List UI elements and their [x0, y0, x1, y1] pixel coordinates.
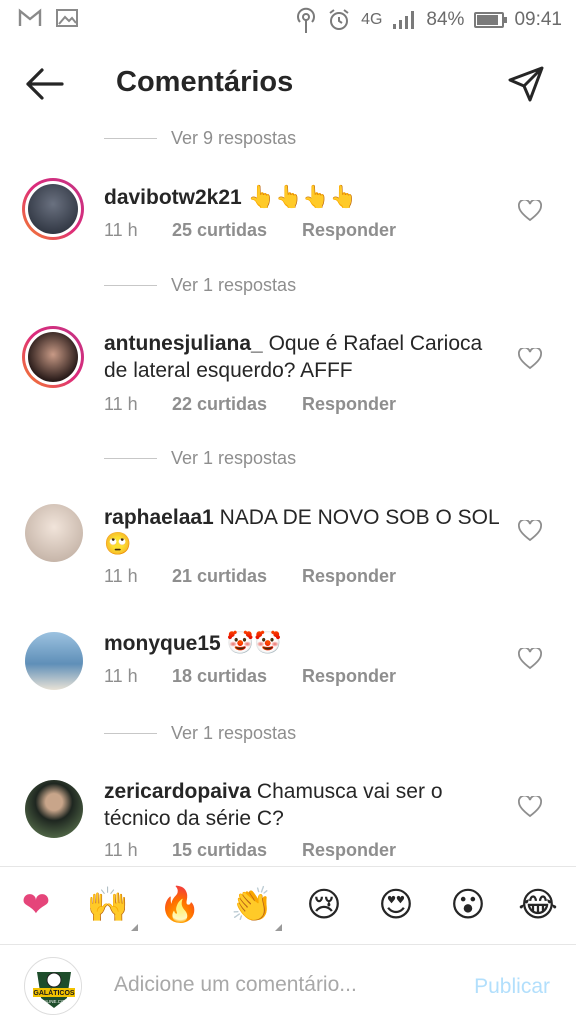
- replies-divider: [104, 733, 157, 734]
- comment-emoji: 🙄: [104, 532, 132, 557]
- comment-meta: 11 h 15 curtidas Responder: [104, 840, 396, 861]
- comment-meta: 11 h 25 curtidas Responder: [104, 220, 396, 241]
- comment-likes[interactable]: 15 curtidas: [172, 840, 302, 861]
- avatar-photo: [25, 632, 83, 690]
- clapping-emoji-button[interactable]: 👏: [230, 883, 282, 931]
- comment-text: raphaelaa1 NADA DE NOVO SOB O SOL 🙄: [104, 504, 504, 558]
- view-replies-link[interactable]: Ver 1 respostas: [104, 275, 296, 296]
- avatar-photo: [25, 504, 83, 562]
- fire-emoji-button[interactable]: 🔥: [158, 883, 202, 927]
- alarm-icon: [329, 9, 349, 30]
- avatar-photo: [28, 184, 78, 234]
- reply-button[interactable]: Responder: [302, 666, 396, 687]
- view-replies-link[interactable]: Ver 1 respostas: [104, 448, 296, 469]
- comment-username[interactable]: antunesjuliana_: [104, 332, 263, 355]
- surprised-emoji-button[interactable]: 😮: [446, 883, 490, 927]
- logo-text: GALÁTICOS: [33, 988, 75, 997]
- heart-icon[interactable]: [518, 796, 542, 818]
- status-bar: 4G 84% 09:41: [0, 0, 576, 40]
- comment-message: NADA DE NOVO SOB O SOL: [219, 506, 499, 529]
- heart-eyes-emoji-button[interactable]: 😍: [374, 883, 418, 927]
- replies-divider: [104, 285, 157, 286]
- hotspot-icon: [297, 7, 316, 33]
- view-replies-label: Ver 9 respostas: [171, 128, 297, 148]
- comment-input[interactable]: [114, 967, 444, 1003]
- comment-meta: 11 h 22 curtidas Responder: [104, 394, 396, 415]
- publish-button[interactable]: Publicar: [474, 975, 550, 999]
- comment-meta: 11 h 21 curtidas Responder: [104, 566, 396, 587]
- comment-emoji: 🤡🤡: [226, 631, 282, 656]
- view-replies-link[interactable]: Ver 9 respostas: [104, 128, 296, 149]
- comment-likes[interactable]: 21 curtidas: [172, 566, 302, 587]
- network-type: 4G: [361, 11, 383, 28]
- clock: 09:41: [514, 9, 562, 30]
- reply-button[interactable]: Responder: [302, 840, 396, 861]
- arrow-left-icon[interactable]: [22, 64, 66, 104]
- avatar-photo: [28, 332, 78, 382]
- comment-username[interactable]: zericardopaiva: [104, 780, 251, 803]
- view-replies-label: Ver 1 respostas: [171, 723, 297, 743]
- page-title: Comentários: [116, 66, 294, 98]
- view-replies-label: Ver 1 respostas: [171, 275, 297, 295]
- heart-icon[interactable]: [518, 200, 542, 222]
- raising-hands-emoji-button[interactable]: 🙌: [86, 883, 138, 931]
- heart-icon[interactable]: [518, 520, 542, 542]
- reply-button[interactable]: Responder: [302, 220, 396, 241]
- battery-fill: [477, 15, 498, 25]
- comment-time: 11 h: [104, 666, 138, 686]
- replies-divider: [104, 138, 157, 139]
- comment-username[interactable]: davibotw2k21: [104, 186, 242, 209]
- battery-icon: [474, 12, 508, 28]
- comment-time: 11 h: [104, 840, 138, 860]
- avatar[interactable]: [25, 780, 83, 838]
- comment-likes[interactable]: 25 curtidas: [172, 220, 302, 241]
- reply-button[interactable]: Responder: [302, 394, 396, 415]
- galaticos-logo-icon: GALÁTICOS ONLINE.COM: [27, 960, 81, 1014]
- avatar[interactable]: [22, 178, 84, 240]
- comments-list[interactable]: Ver 9 respostas davibotw2k21 👆👆👆👆 11 h 2…: [0, 116, 576, 866]
- avatar[interactable]: [25, 632, 83, 690]
- comment-time: 11 h: [104, 566, 138, 586]
- comment-likes[interactable]: 22 curtidas: [172, 394, 302, 415]
- comment-username[interactable]: raphaelaa1: [104, 506, 214, 529]
- header: Comentários: [0, 50, 576, 116]
- view-replies-label: Ver 1 respostas: [171, 448, 297, 468]
- logo-subtext: ONLINE.COM: [40, 999, 69, 1004]
- avatar[interactable]: [25, 504, 83, 562]
- comment-emoji: 👆👆👆👆: [247, 185, 358, 210]
- heart-icon[interactable]: [518, 348, 542, 370]
- system-status: 4G 84% 09:41: [295, 6, 562, 34]
- comment-meta: 11 h 18 curtidas Responder: [104, 666, 396, 687]
- comment-text: zericardopaiva Chamusca vai ser o técnic…: [104, 778, 504, 832]
- avatar-photo: [25, 780, 83, 838]
- comment-text: davibotw2k21 👆👆👆👆: [104, 184, 504, 211]
- comment-time: 11 h: [104, 220, 138, 240]
- comment-text: monyque15 🤡🤡: [104, 630, 504, 657]
- image-icon: [56, 9, 78, 27]
- laughing-emoji-button[interactable]: 😂: [516, 883, 560, 927]
- comment-text: antunesjuliana_ Oque é Rafael Carioca de…: [104, 330, 504, 384]
- gmail-icon: [18, 8, 42, 26]
- user-avatar[interactable]: GALÁTICOS ONLINE.COM: [24, 957, 82, 1015]
- replies-divider: [104, 458, 157, 459]
- comment-time: 11 h: [104, 394, 138, 414]
- battery-percent: 84%: [426, 9, 465, 30]
- paper-plane-icon[interactable]: [506, 64, 546, 104]
- comment-likes[interactable]: 18 curtidas: [172, 666, 302, 687]
- heart-icon[interactable]: [518, 648, 542, 670]
- avatar[interactable]: [22, 326, 84, 388]
- crying-emoji-button[interactable]: 😢: [302, 883, 346, 927]
- emoji-quick-bar: ❤ 🙌 🔥 👏 😢 😍 😮 😂: [0, 866, 576, 944]
- comment-composer: GALÁTICOS ONLINE.COM Publicar: [0, 944, 576, 1024]
- reply-button[interactable]: Responder: [302, 566, 396, 587]
- view-replies-link[interactable]: Ver 1 respostas: [104, 723, 296, 744]
- heart-emoji-button[interactable]: ❤: [14, 883, 58, 927]
- notification-icons: [18, 8, 78, 28]
- signal-icon: [393, 11, 415, 29]
- comment-username[interactable]: monyque15: [104, 632, 221, 655]
